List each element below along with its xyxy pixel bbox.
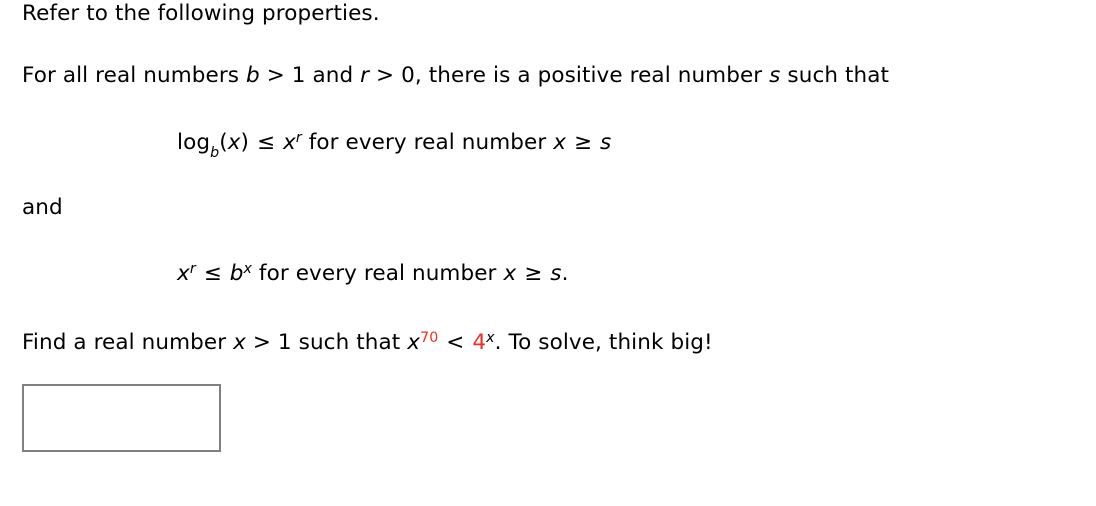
question-lhs-base: x: [407, 330, 421, 355]
intro-label: Refer to the following properties.: [22, 1, 380, 26]
log-paren-open: (: [219, 130, 228, 155]
property-one-rhs-exponent: r: [295, 129, 302, 146]
property-two-lhs-base: x: [177, 261, 190, 286]
premise-relation-r: > 0, there is a positive real number: [369, 63, 770, 88]
log-function-name: log: [177, 130, 211, 155]
intro-text: Refer to the following properties.: [22, 2, 380, 26]
property-one-rhs-base: x: [283, 130, 296, 155]
property-two-tail-period: .: [561, 261, 569, 286]
question-rhs-base: 4: [472, 330, 487, 355]
premise-prefix: For all real numbers: [22, 63, 247, 88]
property-two-tail-relation: ≥: [517, 261, 550, 286]
property-two-formula: xr ≤ bx for every real number x ≥ s.: [177, 262, 569, 286]
property-two-tail-bound: s: [550, 261, 562, 286]
conjunction-text: and: [22, 196, 63, 220]
premise-suffix: such that: [780, 63, 890, 88]
property-two-lhs-exponent: r: [189, 260, 196, 277]
premise-text: For all real numbers b > 1 and r > 0, th…: [22, 64, 889, 88]
property-two-tail-variable: x: [503, 261, 517, 286]
property-one-formula: logb(x) ≤ xr for every real number x ≥ s: [177, 129, 612, 160]
property-two-tail-text: for every real number: [252, 261, 504, 286]
property-two-rhs-exponent: x: [243, 260, 252, 277]
log-base-subscript: b: [210, 144, 220, 161]
question-rhs-exponent: x: [486, 329, 495, 346]
question-variable-x: x: [233, 330, 246, 355]
question-period: .: [494, 330, 502, 355]
property-one-tail-bound: s: [600, 130, 612, 155]
conjunction-label: and: [22, 195, 63, 220]
property-one-tail-relation: ≥: [567, 130, 600, 155]
question-hint: To solve, think big!: [501, 330, 713, 355]
question-text: Find a real number x > 1 such that x70 <…: [22, 331, 713, 355]
question-relation: <: [439, 330, 472, 355]
premise-relation-b: > 1 and: [259, 63, 361, 88]
question-condition: > 1 such that: [245, 330, 408, 355]
log-paren-close: ): [240, 130, 250, 155]
premise-variable-b: b: [246, 63, 260, 88]
problem-statement-page: Refer to the following properties. For a…: [0, 0, 1096, 506]
property-one-tail-variable: x: [553, 130, 567, 155]
premise-variable-r: r: [360, 63, 370, 88]
property-one-tail-text: for every real number: [301, 130, 554, 155]
property-one-relation: ≤: [250, 130, 282, 155]
log-argument: x: [227, 130, 241, 155]
premise-variable-s: s: [769, 63, 781, 88]
property-two-relation: ≤: [196, 261, 229, 286]
question-prefix: Find a real number: [22, 330, 234, 355]
property-two-rhs-base: b: [229, 261, 244, 286]
answer-input[interactable]: [22, 384, 221, 452]
question-lhs-exponent: 70: [420, 329, 439, 346]
